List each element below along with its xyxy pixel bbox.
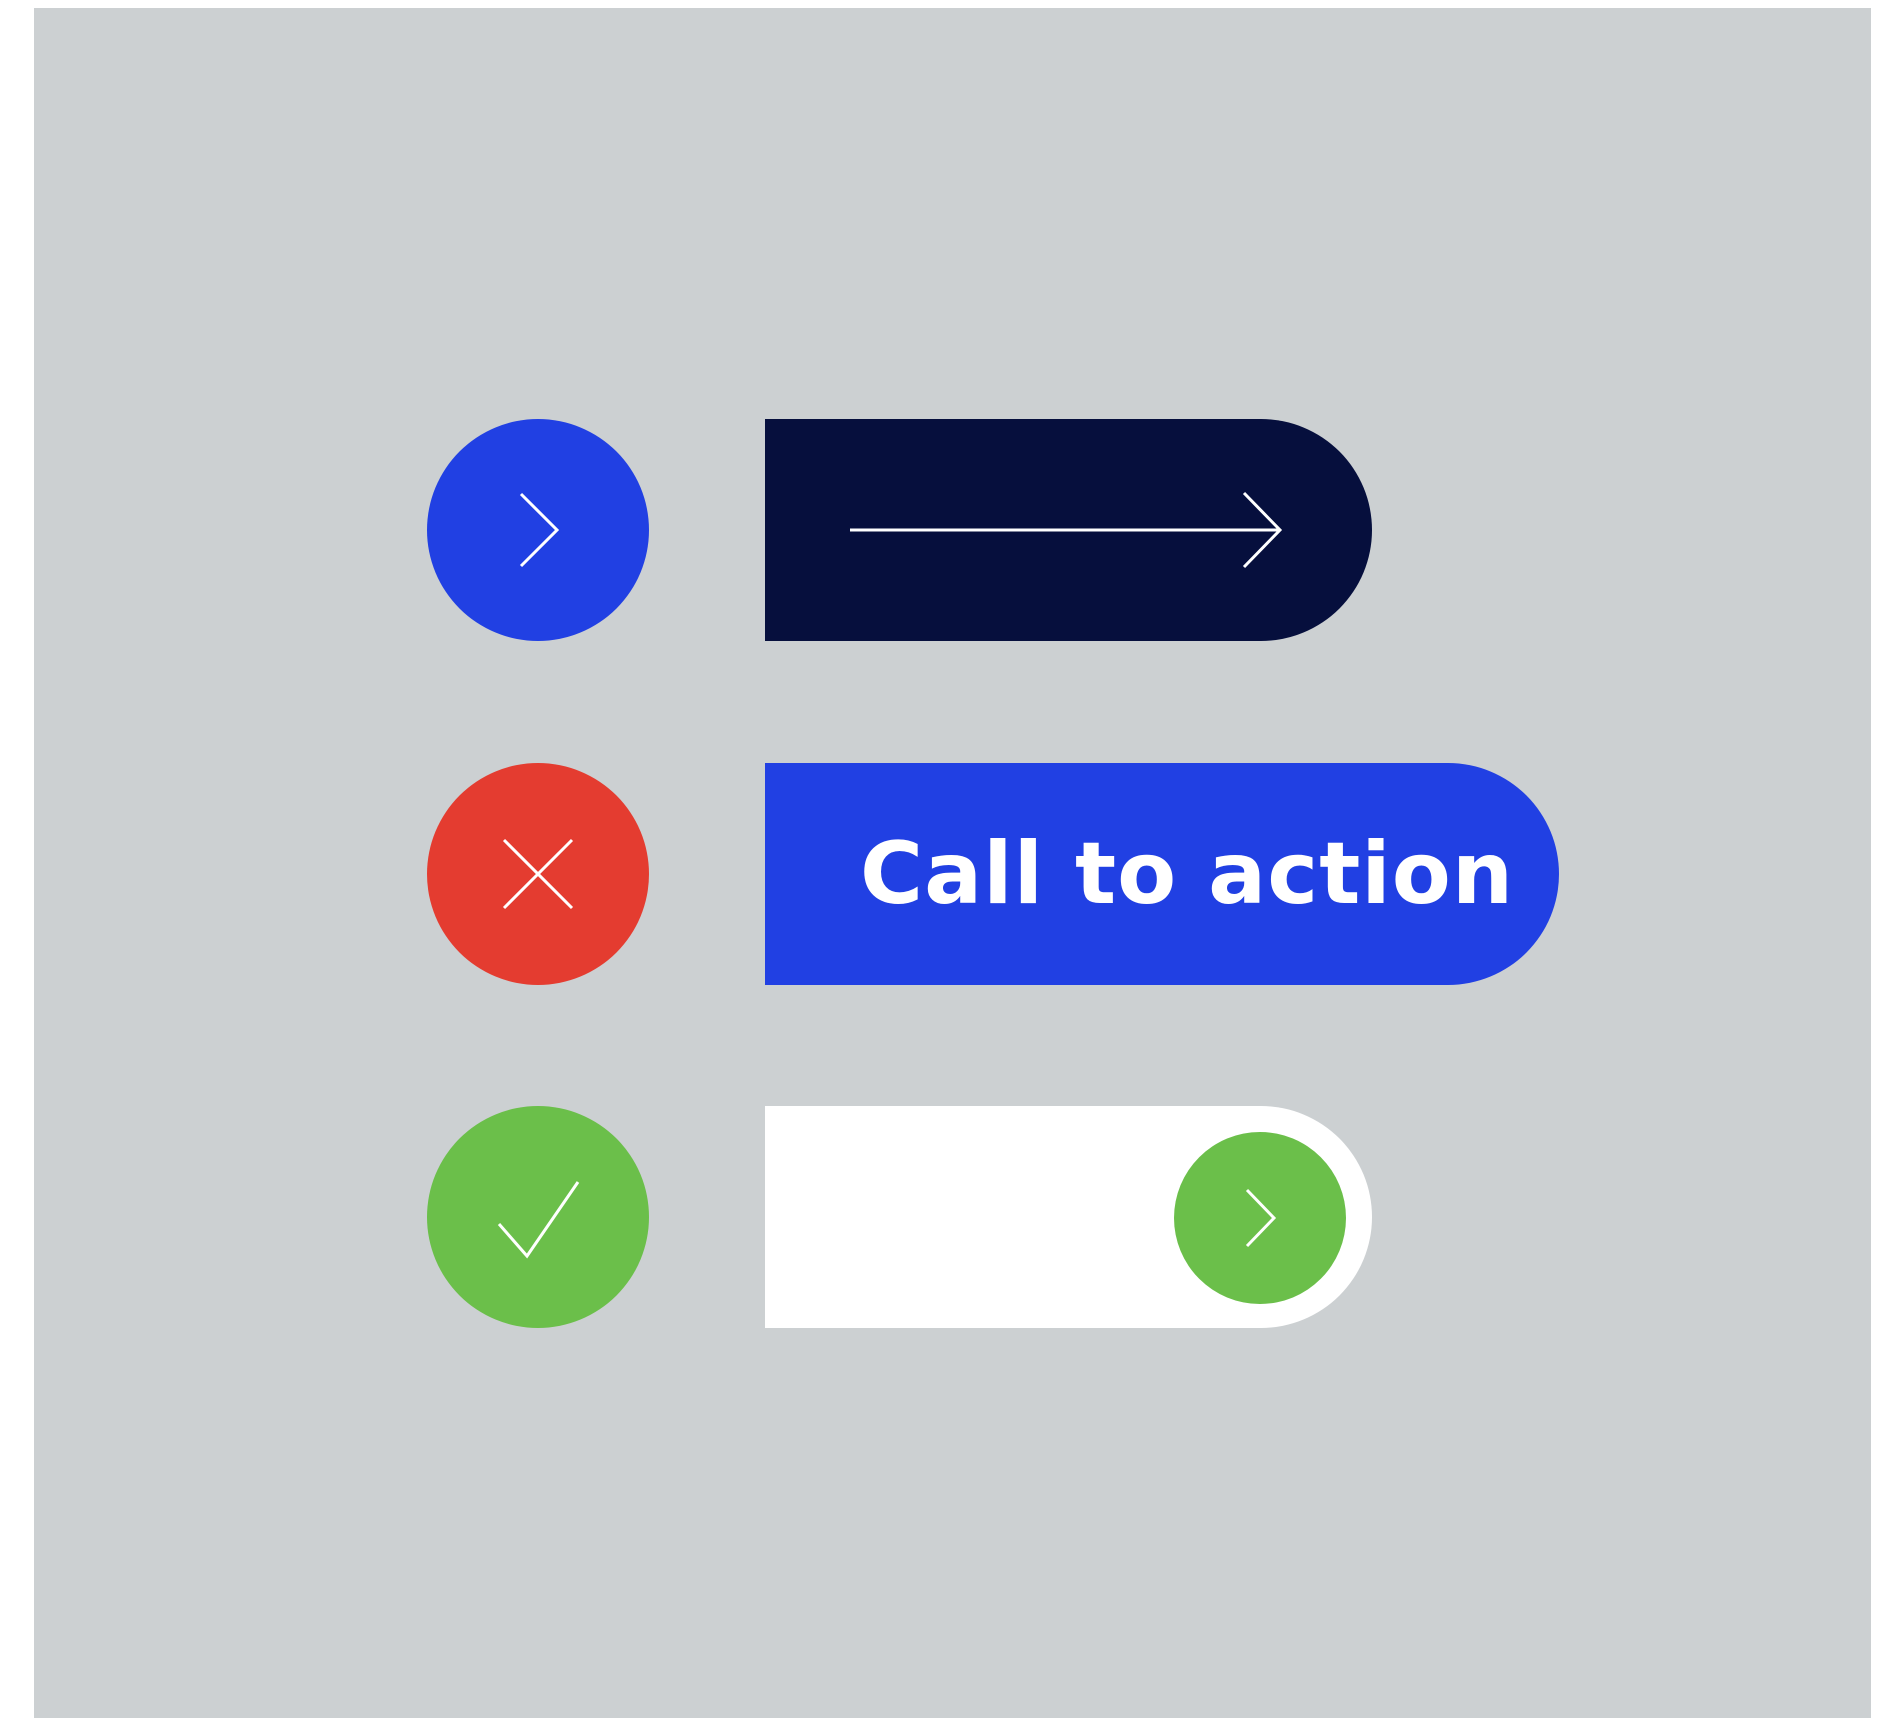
chevron-right-icon — [1245, 1188, 1277, 1248]
check-icon — [427, 1106, 649, 1328]
close-icon — [427, 763, 649, 985]
call-to-action-label: Call to action — [860, 824, 1515, 924]
toggle-switch[interactable] — [765, 1106, 1372, 1328]
arrow-pill-button[interactable] — [765, 419, 1372, 641]
long-arrow-right-icon — [850, 491, 1283, 569]
canvas-background: Call to action — [34, 8, 1871, 1718]
call-to-action-button[interactable]: Call to action — [765, 763, 1559, 985]
toggle-knob[interactable] — [1174, 1132, 1346, 1304]
chevron-right-icon — [427, 419, 649, 641]
next-circle-button[interactable] — [427, 419, 649, 641]
close-circle-button[interactable] — [427, 763, 649, 985]
confirm-circle-button[interactable] — [427, 1106, 649, 1328]
